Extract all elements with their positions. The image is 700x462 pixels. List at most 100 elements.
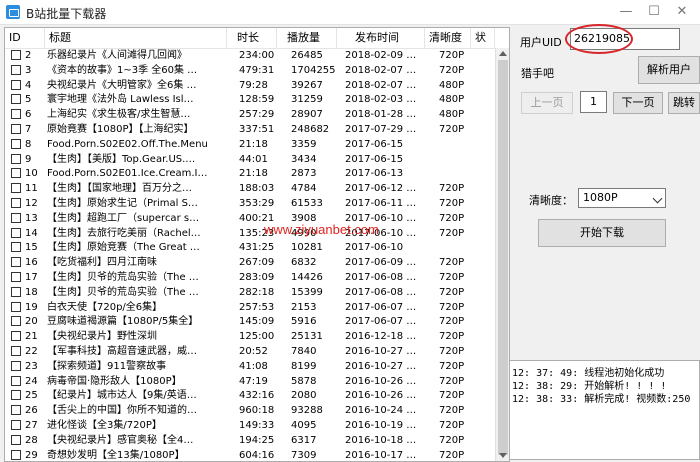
scroll-down-icon[interactable] <box>499 453 507 458</box>
cell-title: 寰宇地理《法外岛 Lawless Isl… <box>47 94 194 106</box>
row-checkbox[interactable] <box>11 198 21 208</box>
row-checkbox[interactable] <box>11 183 21 194</box>
row-checkbox[interactable] <box>11 227 21 238</box>
row-checkbox[interactable] <box>11 94 21 105</box>
cell-id: 27 <box>25 420 38 431</box>
row-checkbox[interactable] <box>11 301 21 312</box>
row-checkbox[interactable] <box>11 346 21 356</box>
column-header-plays[interactable]: 播放量 <box>277 28 337 48</box>
parse-user-button[interactable]: 解析用户 <box>638 56 700 84</box>
table-row[interactable]: 8 Food.Porn.S02E02.Off.The.Menu 21:18 3359 2… <box>5 137 495 152</box>
cell-title: 上海纪实《求生极客/求生智慧… <box>47 109 191 121</box>
column-header-date[interactable]: 发布时间 <box>337 28 425 48</box>
table-row[interactable]: 27 进化怪谈【全3集/720P】 149:33 4095 2016-10-19 … 72… <box>5 418 495 433</box>
row-checkbox[interactable] <box>11 168 21 179</box>
column-header-status[interactable]: 状 <box>471 28 495 48</box>
table-row[interactable]: 6 上海纪实《求生极客/求生智慧… 257:29 28907 2018-01-28 … 4… <box>5 107 495 122</box>
row-checkbox[interactable] <box>11 272 21 282</box>
row-checkbox[interactable] <box>11 434 21 445</box>
table-row[interactable]: 2 乐器纪录片《人间滩得几回闻》 234:00 26485 2018-02-09 … 72… <box>5 48 495 63</box>
cell-plays: 1704255 <box>291 64 336 76</box>
table-row[interactable]: 19 白衣天使【720p/全6集】 257:53 2153 2017-06-07 … 72… <box>5 300 495 315</box>
table-row[interactable]: 15 【生肉】原始竞赛（The Great … 431:25 10281 2017-06… <box>5 240 495 255</box>
row-checkbox[interactable] <box>11 109 21 120</box>
cell-title: 【生肉】贝爷的荒岛实验（The … <box>47 272 199 283</box>
column-header-duration[interactable]: 时长 <box>227 28 277 48</box>
table-row[interactable]: 24 病毒帝国·隐形敌人【1080P】 47:19 5878 2016-10-26 … 7… <box>5 374 495 389</box>
row-checkbox[interactable] <box>11 212 21 223</box>
row-checkbox[interactable] <box>11 79 21 90</box>
table-row[interactable]: 22 【军事科技】高超音速武器，威… 20:52 7840 2016-10-27 … 72… <box>5 344 495 359</box>
cell-plays: 6317 <box>291 434 317 446</box>
row-checkbox[interactable] <box>11 449 21 460</box>
column-header-title[interactable]: 标题 <box>45 28 227 48</box>
table-row[interactable]: 13 【生肉】超跑工厂（supercar s… 400:21 3908 2017-06-… <box>5 211 495 226</box>
table-row[interactable]: 18 【生肉】贝爷的荒岛实验（The … 282:18 15399 2017-06-08… <box>5 285 495 300</box>
cell-title: Food.Porn.S02E02.Off.The.Menu <box>47 138 208 150</box>
cell-title: 【生肉】【美版】Top.Gear.US.… <box>47 153 196 165</box>
close-icon[interactable]: ✕ <box>668 3 696 21</box>
cell-id: 10 <box>25 168 38 180</box>
row-checkbox[interactable] <box>11 286 21 297</box>
row-checkbox[interactable] <box>11 242 21 253</box>
table-row[interactable]: 14 【生肉】去旅行吃美丽（Rachel… 135:23 4990 2017-06-10… <box>5 226 495 241</box>
jump-button[interactable]: 跳转 <box>668 92 700 114</box>
vertical-scrollbar[interactable] <box>495 48 509 461</box>
row-checkbox[interactable] <box>11 153 21 164</box>
cell-date: 2017-06-10 <box>345 242 404 254</box>
cell-quality: 720P <box>439 405 465 417</box>
table-row[interactable]: 7 原始竟赛【1080P】【上海纪实】 337:51 248682 2017-07-29… <box>5 122 495 137</box>
table-row[interactable]: 28 【央视纪录片】感官奥秘【全4… 194:25 6317 2016-10-18 … 7… <box>5 433 495 448</box>
log-box[interactable]: 12: 37: 49: 线程池初始化成功 12: 38: 29: 开始解析! !… <box>509 360 700 460</box>
quality-select[interactable]: 1080P <box>578 188 666 208</box>
row-checkbox[interactable] <box>11 420 21 430</box>
row-checkbox[interactable] <box>11 331 21 342</box>
cell-id: 13 <box>25 212 38 224</box>
column-header-id[interactable]: ID <box>5 28 45 48</box>
row-checkbox[interactable] <box>11 257 21 268</box>
cell-duration: 21:18 <box>239 168 268 180</box>
table-row[interactable]: 16 【吃货福利】四月江南味 267:09 6832 2017-06-09 … 720P <box>5 255 495 270</box>
table-row[interactable]: 25 【纪录片】城市达人【9集/英语… 432:16 2080 2016-10-26 …… <box>5 388 495 403</box>
row-checkbox[interactable] <box>11 360 21 371</box>
cell-plays: 26485 <box>291 50 323 61</box>
maximize-icon[interactable]: ☐ <box>640 3 668 21</box>
scroll-thumb[interactable] <box>498 60 508 455</box>
row-checkbox[interactable] <box>11 375 21 386</box>
cell-plays: 61533 <box>291 198 323 209</box>
table-row[interactable]: 23 【探索频道】911警察故事 41:08 8199 2016-10-27 … 720P <box>5 359 495 374</box>
scroll-up-icon[interactable] <box>499 51 507 56</box>
table-row[interactable]: 3 《资本的故事》1~3季 全60集 … 479:31 1704255 2018-02-… <box>5 63 495 78</box>
cell-plays: 2873 <box>291 168 317 180</box>
cell-plays: 7840 <box>291 346 317 357</box>
row-checkbox[interactable] <box>11 138 21 149</box>
row-checkbox[interactable] <box>11 316 21 327</box>
cell-date: 2018-02-09 … <box>345 50 417 61</box>
table-row[interactable]: 11 【生肉】【国家地理】百万分之… 188:03 4784 2017-06-12 … 7… <box>5 181 495 196</box>
row-checkbox[interactable] <box>11 405 21 416</box>
next-page-button[interactable]: 下一页 <box>613 92 663 114</box>
row-checkbox[interactable] <box>11 390 21 401</box>
table-row[interactable]: 10 Food.Porn.S02E01.Ice.Cream.I… 21:18 2873… <box>5 166 495 181</box>
cell-title: 【央视纪录片】感官奥秘【全4… <box>47 434 194 446</box>
column-header-quality[interactable]: 清晰度 <box>425 28 471 48</box>
prev-page-button[interactable]: 上一页 <box>521 92 573 114</box>
cell-date: 2018-02-07 … <box>345 64 417 76</box>
row-checkbox[interactable] <box>11 124 21 134</box>
minimize-icon[interactable]: — <box>612 3 640 21</box>
table-row[interactable]: 21 【央视纪录片】野性深圳 125:00 25131 2016-12-18 … 720P <box>5 329 495 344</box>
table-row[interactable]: 26 【舌尖上的中国】你所不知道的… 960:18 93288 2016-10-24 …… <box>5 403 495 418</box>
start-download-button[interactable]: 开始下载 <box>538 219 666 247</box>
table-row[interactable]: 17 【生肉】贝爷的荒岛实验（The … 283:09 14426 2017-06-08… <box>5 270 495 285</box>
video-list[interactable]: ID 标题 时长 播放量 发布时间 清晰度 状 2 乐器纪录片《人间滩得几回闻》 2… <box>4 27 510 462</box>
table-row[interactable]: 20 豆腐味道褐源篇【1080P/5集全】 145:09 5916 2017-06-07… <box>5 314 495 329</box>
table-row[interactable]: 12 【生肉】原始求生记（Primal S… 353:29 61533 2017-06-… <box>5 196 495 211</box>
cell-quality: 720P <box>439 286 465 298</box>
table-row[interactable]: 9 【生肉】【美版】Top.Gear.US.… 44:01 3434 2017-06-1… <box>5 152 495 167</box>
table-row[interactable]: 4 央视纪录片《大明管家》全6集 … 79:28 39267 2018-02-07 … 4… <box>5 78 495 93</box>
page-number-input[interactable]: 1 <box>580 91 607 113</box>
table-row[interactable]: 5 寰宇地理《法外岛 Lawless Isl… 128:59 31259 2018-02… <box>5 92 495 107</box>
row-checkbox[interactable] <box>11 64 21 75</box>
log-line: 12: 38: 33: 解析完成! 视频数:250 <box>512 394 691 405</box>
row-checkbox[interactable] <box>11 50 21 60</box>
